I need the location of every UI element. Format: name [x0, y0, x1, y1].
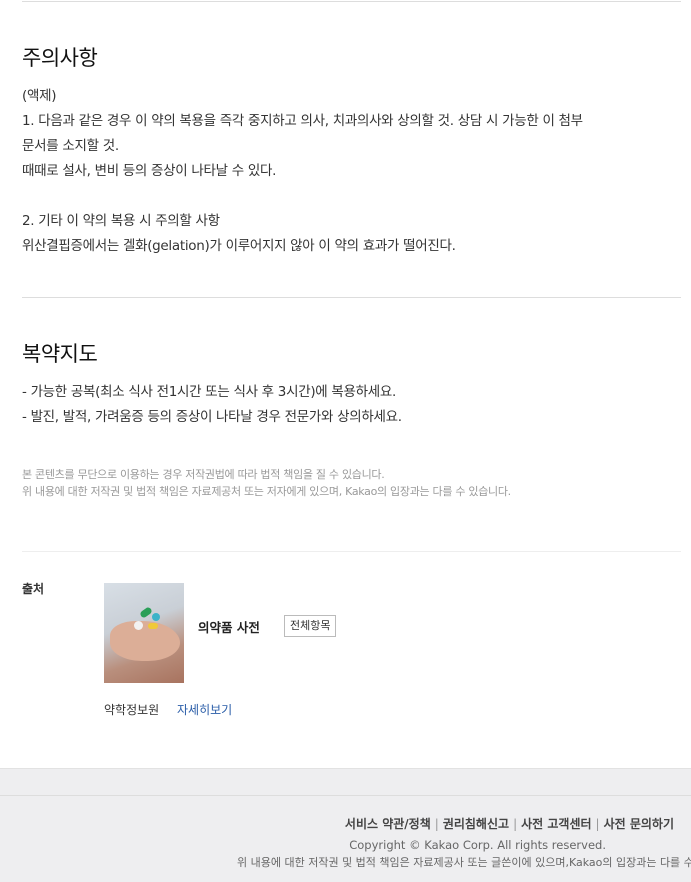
hand-image	[110, 621, 180, 661]
caution-body: (액제) 1. 다음과 같은 경우 이 약의 복용을 즉각 중지하고 의사, 치…	[22, 88, 583, 254]
pill-green	[139, 606, 153, 619]
all-items-button[interactable]: 전체항목	[284, 615, 337, 637]
pill-yellow	[148, 623, 158, 629]
footer-links: 서비스 약관/정책 | 권리침해신고 | 사전 고객센터 | 사전 문의하기	[345, 815, 674, 832]
footer-separator: |	[434, 817, 439, 831]
more-link[interactable]: 자세히보기	[177, 701, 232, 718]
pill-white	[134, 621, 143, 630]
pill-blue	[152, 613, 160, 621]
caution-title: 주의사항	[22, 46, 98, 70]
footer-disclaimer: 위 내용에 대한 저작권 및 법적 책임은 자료제공사 또는 글쓴이에 있으며,…	[237, 856, 691, 869]
provider-name: 약학정보원	[104, 703, 160, 717]
copyright-notice-2: 위 내용에 대한 저작권 및 법적 책임은 자료제공처 또는 저자에게 있으며,…	[22, 485, 511, 498]
footer-link-report[interactable]: 권리침해신고	[443, 817, 509, 831]
footer-copyright: Copyright © Kakao Corp. All rights reser…	[349, 838, 606, 852]
dictionary-thumbnail[interactable]	[104, 583, 184, 683]
dictionary-name-link[interactable]: 의약품 사전	[198, 617, 260, 636]
section-divider	[22, 297, 681, 298]
footer-divider	[0, 795, 691, 796]
footer-separator: |	[595, 817, 600, 831]
source-label: 출처	[22, 582, 45, 596]
source-divider	[22, 551, 681, 552]
footer-link-terms[interactable]: 서비스 약관/정책	[345, 817, 431, 831]
guidance-title: 복약지도	[22, 342, 98, 366]
guidance-body: - 가능한 공복(최소 식사 전1시간 또는 식사 후 3시간)에 복용하세요.…	[22, 384, 402, 425]
footer-link-helpcenter[interactable]: 사전 고객센터	[521, 817, 591, 831]
copyright-notice-1: 본 콘텐츠를 무단으로 이용하는 경우 저작권법에 따라 법적 책임을 질 수 …	[22, 468, 385, 481]
footer-link-inquiry[interactable]: 사전 문의하기	[604, 817, 674, 831]
top-divider	[22, 1, 681, 2]
footer-separator: |	[513, 817, 518, 831]
